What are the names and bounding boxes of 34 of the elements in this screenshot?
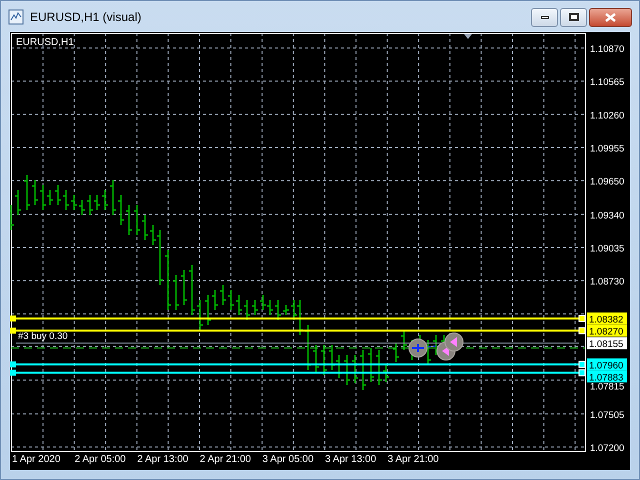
minimize-button[interactable] [531, 8, 558, 26]
time-axis-label: 2 Apr 05:00 [74, 454, 126, 465]
price-axis-label: 1.07815 [590, 382, 624, 393]
price-axis-label: 1.09650 [590, 176, 624, 188]
price-axis-label: 1.09955 [590, 143, 624, 154]
price-axis-label: 1.07505 [590, 410, 624, 421]
shift-marker-icon[interactable] [464, 34, 472, 39]
level-price-text: 1.08155 [589, 339, 624, 350]
price-axis-label: 1.10565 [590, 77, 624, 88]
time-axis-label: 3 Apr 21:00 [388, 454, 439, 465]
price-axis-label: 1.07200 [590, 443, 624, 454]
close-icon [605, 12, 616, 22]
time-axis-label: 3 Apr 13:00 [325, 454, 376, 465]
symbol-label: EURUSD,H1 [16, 37, 74, 48]
order-label: #3 buy 0.30 [18, 331, 68, 342]
level-price-text: 1.08270 [589, 326, 624, 338]
window-title: EURUSD,H1 (visual) [30, 8, 142, 26]
level-price-text: 1.08382 [589, 314, 624, 326]
price-axis-label: 1.10870 [590, 44, 624, 55]
price-axis-label: 1.10260 [590, 110, 624, 122]
chart-window-icon [8, 8, 24, 24]
level-line[interactable] [16, 342, 580, 344]
price-axis-label: 1.08730 [590, 276, 624, 288]
price-axis-label: 1.09035 [590, 244, 624, 254]
maximize-button[interactable] [560, 8, 587, 26]
time-axis-label: 1 Apr 2020 [12, 454, 60, 465]
time-axis-label: 3 Apr 05:00 [262, 454, 314, 465]
time-axis-label: 2 Apr 21:00 [200, 454, 251, 465]
level-price-text: 1.07960 [589, 360, 624, 372]
level-price-text: 1.07883 [589, 372, 624, 384]
time-axis-label: 2 Apr 13:00 [137, 454, 188, 465]
trade-markers-drawing [408, 332, 464, 360]
price-axis-label: 1.09340 [590, 210, 624, 222]
close-button[interactable] [589, 8, 632, 26]
